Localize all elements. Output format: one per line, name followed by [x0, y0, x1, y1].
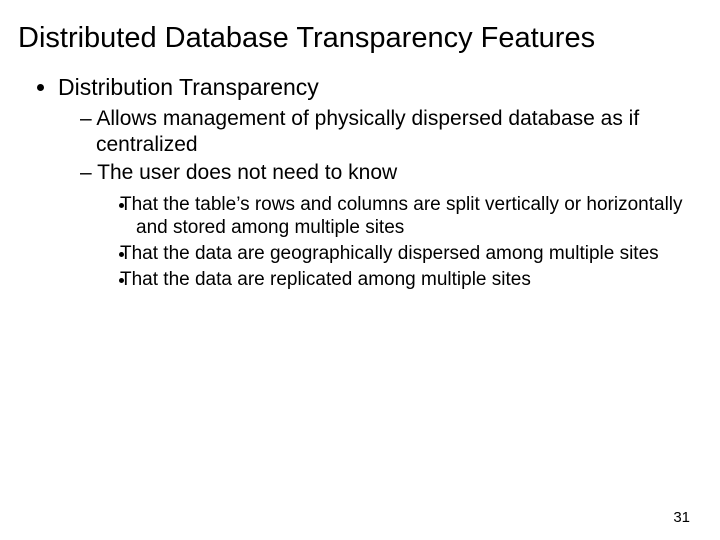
bullet-text: That the table’s rows and columns are sp… [120, 194, 683, 239]
bullet-text: That the data are geographically dispers… [120, 243, 659, 264]
bullet-level1: Distribution Transparency Allows managem… [58, 73, 690, 292]
bullet-level2: The user does not need to know That the … [80, 160, 690, 291]
bullet-level2: Allows management of physically disperse… [80, 106, 690, 159]
bullet-text: Distribution Transparency [58, 74, 319, 100]
slide-body: Distribution Transparency Allows managem… [0, 55, 720, 292]
slide-title: Distributed Database Transparency Featur… [0, 0, 720, 55]
bullet-text: Allows management of physically disperse… [96, 107, 639, 156]
bullet-level3: That the data are replicated among multi… [136, 268, 690, 292]
bullet-level3: That the table’s rows and columns are sp… [136, 193, 690, 241]
bullet-text: The user does not need to know [97, 161, 397, 184]
bullet-level3: That the data are geographically dispers… [136, 242, 690, 266]
bullet-text: That the data are replicated among multi… [120, 269, 531, 290]
page-number: 31 [673, 509, 690, 526]
slide: Distributed Database Transparency Featur… [0, 0, 720, 540]
